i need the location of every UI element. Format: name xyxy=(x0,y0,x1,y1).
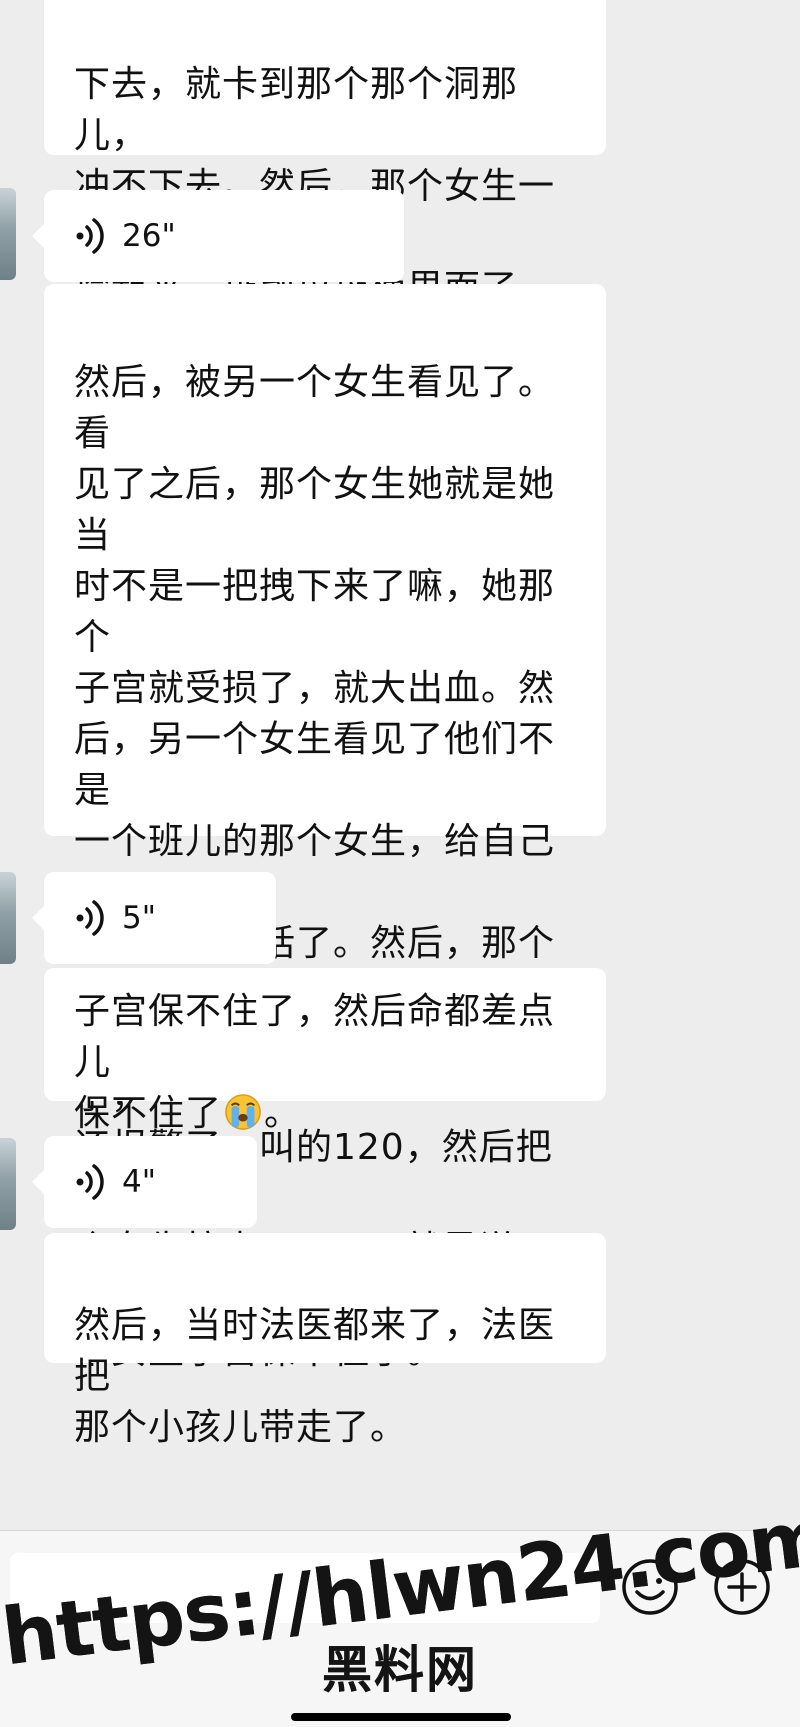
home-indicator[interactable] xyxy=(291,1713,511,1721)
message-bubble-text[interactable]: 子宫保不住了，然后命都差点儿 保不住了 。 xyxy=(44,968,606,1134)
message-text: 。 xyxy=(264,1093,302,1134)
voice-message-bubble[interactable]: 5" xyxy=(32,872,276,964)
message-text-line: 保不住了 。 xyxy=(74,1088,578,1139)
chat-input-bar xyxy=(0,1530,800,1727)
voice-message-bubble[interactable]: 4" xyxy=(32,1136,257,1228)
voice-duration: 5" xyxy=(122,900,156,936)
message-text-line: 子宫保不住了，然后命都差点儿 xyxy=(74,991,556,1083)
voice-message-bubble[interactable]: 26" xyxy=(32,190,404,282)
voice-duration: 4" xyxy=(122,1164,156,1200)
chat-screen: 下去，就卡到那个那个洞那儿， 冲不下去。然后，那个女生一把 捡起来，扔到垃圾桶里… xyxy=(0,0,800,1727)
message-text: 保不住了 xyxy=(74,1093,223,1134)
voice-wave-icon xyxy=(76,218,104,254)
crying-face-icon xyxy=(225,1094,261,1130)
message-bubble-text[interactable]: 下去，就卡到那个那个洞那儿， 冲不下去。然后，那个女生一把 捡起来，扔到垃圾桶里… xyxy=(44,0,606,309)
voice-wave-icon xyxy=(76,900,104,936)
message-input[interactable] xyxy=(10,1553,600,1623)
avatar[interactable] xyxy=(0,872,16,964)
voice-wave-icon xyxy=(76,1164,104,1200)
smiley-icon[interactable] xyxy=(620,1557,680,1617)
plus-circle-icon[interactable] xyxy=(712,1557,772,1617)
avatar[interactable] xyxy=(0,1138,16,1230)
avatar[interactable] xyxy=(0,188,16,280)
message-bubble-text[interactable]: 然后，当时法医都来了，法医把 那个小孩儿带走了。 xyxy=(44,1233,606,1448)
message-bubble-text[interactable]: 然后，被另一个女生看见了。看 见了之后，那个女生她就是她当 时不是一把拽下来了嘛… xyxy=(44,284,606,1372)
voice-duration: 26" xyxy=(122,218,176,254)
